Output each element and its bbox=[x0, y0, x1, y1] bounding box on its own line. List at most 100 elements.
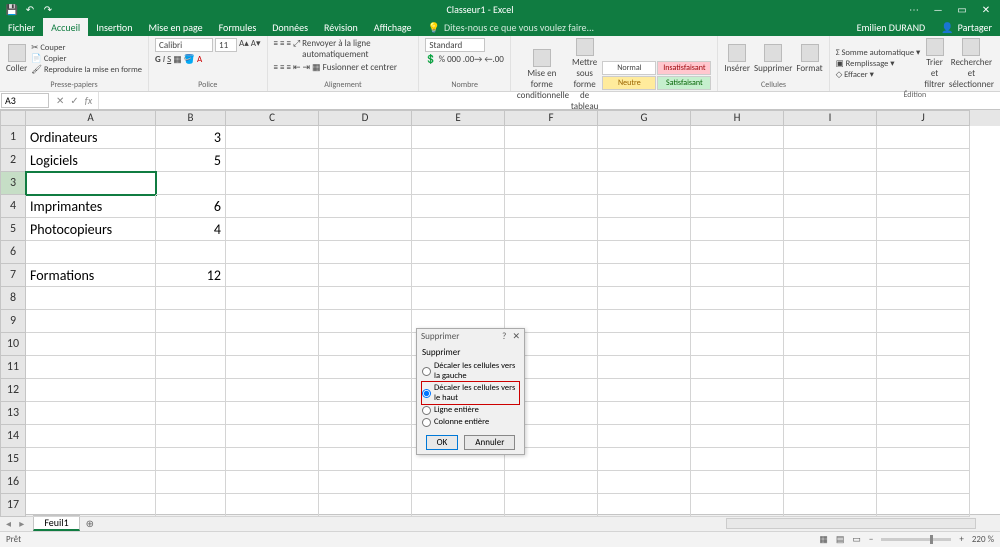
cell-B8[interactable] bbox=[156, 287, 226, 310]
col-header-I[interactable]: I bbox=[784, 110, 877, 126]
cell-F17[interactable] bbox=[505, 494, 598, 517]
cell-A12[interactable] bbox=[26, 379, 156, 402]
cell-F1[interactable] bbox=[505, 126, 598, 149]
col-header-H[interactable]: H bbox=[691, 110, 784, 126]
cell-I3[interactable] bbox=[784, 172, 877, 195]
cell-C12[interactable] bbox=[226, 379, 319, 402]
fill-button[interactable]: ▣ Remplissage ▾ bbox=[836, 59, 921, 69]
dialog-close-icon[interactable]: ✕ bbox=[512, 331, 520, 342]
view-pagebreak-icon[interactable]: ▭ bbox=[852, 534, 861, 545]
cell-B2[interactable]: 5 bbox=[156, 149, 226, 172]
cell-D3[interactable] bbox=[319, 172, 412, 195]
cell-B13[interactable] bbox=[156, 402, 226, 425]
cell-D4[interactable] bbox=[319, 195, 412, 218]
percent-icon[interactable]: % bbox=[439, 54, 445, 65]
cell-B10[interactable] bbox=[156, 333, 226, 356]
cell-H12[interactable] bbox=[691, 379, 784, 402]
cancel-button[interactable]: Annuler bbox=[464, 435, 515, 450]
cell-H17[interactable] bbox=[691, 494, 784, 517]
row-header-10[interactable]: 10 bbox=[0, 333, 26, 356]
zoom-out-icon[interactable]: − bbox=[869, 534, 873, 545]
cell-J8[interactable] bbox=[877, 287, 970, 310]
cell-H1[interactable] bbox=[691, 126, 784, 149]
worksheet[interactable]: A B C D E F G H I J 1Ordinateurs32Logici… bbox=[0, 110, 1000, 514]
cell-A3[interactable] bbox=[26, 172, 156, 195]
cell-C7[interactable] bbox=[226, 264, 319, 287]
cell-A1[interactable]: Ordinateurs bbox=[26, 126, 156, 149]
wrap-text-button[interactable]: Renvoyer à la ligne automatiquement bbox=[302, 38, 412, 60]
cell-J2[interactable] bbox=[877, 149, 970, 172]
cell-J6[interactable] bbox=[877, 241, 970, 264]
row-header-14[interactable]: 14 bbox=[0, 425, 26, 448]
cell-F4[interactable] bbox=[505, 195, 598, 218]
cell-A17[interactable] bbox=[26, 494, 156, 517]
col-header-F[interactable]: F bbox=[505, 110, 598, 126]
cell-H9[interactable] bbox=[691, 310, 784, 333]
autosum-button[interactable]: Σ Somme automatique ▾ bbox=[836, 48, 921, 58]
row-header-1[interactable]: 1 bbox=[0, 126, 26, 149]
cell-E1[interactable] bbox=[412, 126, 505, 149]
cell-J4[interactable] bbox=[877, 195, 970, 218]
cell-G11[interactable] bbox=[598, 356, 691, 379]
cell-B14[interactable] bbox=[156, 425, 226, 448]
cell-C15[interactable] bbox=[226, 448, 319, 471]
row-header-15[interactable]: 15 bbox=[0, 448, 26, 471]
cell-C1[interactable] bbox=[226, 126, 319, 149]
cell-E5[interactable] bbox=[412, 218, 505, 241]
cell-B5[interactable]: 4 bbox=[156, 218, 226, 241]
cell-E17[interactable] bbox=[412, 494, 505, 517]
cell-C6[interactable] bbox=[226, 241, 319, 264]
name-box[interactable]: A3 bbox=[1, 93, 49, 108]
align-mid-icon[interactable]: ≡ bbox=[280, 38, 284, 60]
cell-J9[interactable] bbox=[877, 310, 970, 333]
cell-G10[interactable] bbox=[598, 333, 691, 356]
cell-J16[interactable] bbox=[877, 471, 970, 494]
cell-G7[interactable] bbox=[598, 264, 691, 287]
align-left-icon[interactable]: ≡ bbox=[274, 62, 278, 73]
col-header-E[interactable]: E bbox=[412, 110, 505, 126]
cell-B11[interactable] bbox=[156, 356, 226, 379]
align-right-icon[interactable]: ≡ bbox=[286, 62, 290, 73]
cell-F8[interactable] bbox=[505, 287, 598, 310]
cell-I15[interactable] bbox=[784, 448, 877, 471]
cell-H14[interactable] bbox=[691, 425, 784, 448]
sheet-tab-feuil1[interactable]: Feuil1 bbox=[33, 515, 79, 531]
cell-J11[interactable] bbox=[877, 356, 970, 379]
cell-H15[interactable] bbox=[691, 448, 784, 471]
row-header-16[interactable]: 16 bbox=[0, 471, 26, 494]
cell-J12[interactable] bbox=[877, 379, 970, 402]
cell-G14[interactable] bbox=[598, 425, 691, 448]
tell-me[interactable]: 💡 Dites-nous ce que vous voulez faire... bbox=[420, 18, 603, 36]
cell-J15[interactable] bbox=[877, 448, 970, 471]
cell-G12[interactable] bbox=[598, 379, 691, 402]
cell-C4[interactable] bbox=[226, 195, 319, 218]
opt-entire-col[interactable]: Colonne entière bbox=[422, 416, 519, 428]
cell-G16[interactable] bbox=[598, 471, 691, 494]
cell-styles[interactable]: Normal Insatisfaisant Neutre Satisfaisan… bbox=[602, 61, 711, 90]
cell-B16[interactable] bbox=[156, 471, 226, 494]
cell-I5[interactable] bbox=[784, 218, 877, 241]
cell-E2[interactable] bbox=[412, 149, 505, 172]
orientation-icon[interactable]: ⤢ bbox=[293, 38, 300, 60]
row-header-17[interactable]: 17 bbox=[0, 494, 26, 517]
row-header-8[interactable]: 8 bbox=[0, 287, 26, 310]
tab-data[interactable]: Données bbox=[264, 18, 316, 36]
cell-C9[interactable] bbox=[226, 310, 319, 333]
redo-icon[interactable]: ↷ bbox=[42, 3, 54, 15]
cell-D8[interactable] bbox=[319, 287, 412, 310]
delete-cells-button[interactable]: Supprimer bbox=[754, 44, 792, 74]
col-header-A[interactable]: A bbox=[26, 110, 156, 126]
tab-formulas[interactable]: Formules bbox=[211, 18, 265, 36]
cell-D17[interactable] bbox=[319, 494, 412, 517]
cell-D14[interactable] bbox=[319, 425, 412, 448]
row-header-5[interactable]: 5 bbox=[0, 218, 26, 241]
cell-D7[interactable] bbox=[319, 264, 412, 287]
opt-shift-left[interactable]: Décaler les cellules vers la gauche bbox=[422, 360, 519, 382]
opt-entire-row[interactable]: Ligne entière bbox=[422, 404, 519, 416]
cell-H10[interactable] bbox=[691, 333, 784, 356]
copy-button[interactable]: 📄 Copier bbox=[31, 54, 142, 64]
cell-B12[interactable] bbox=[156, 379, 226, 402]
cell-I8[interactable] bbox=[784, 287, 877, 310]
cell-F6[interactable] bbox=[505, 241, 598, 264]
share-button[interactable]: 👤 Partager bbox=[933, 18, 1000, 36]
